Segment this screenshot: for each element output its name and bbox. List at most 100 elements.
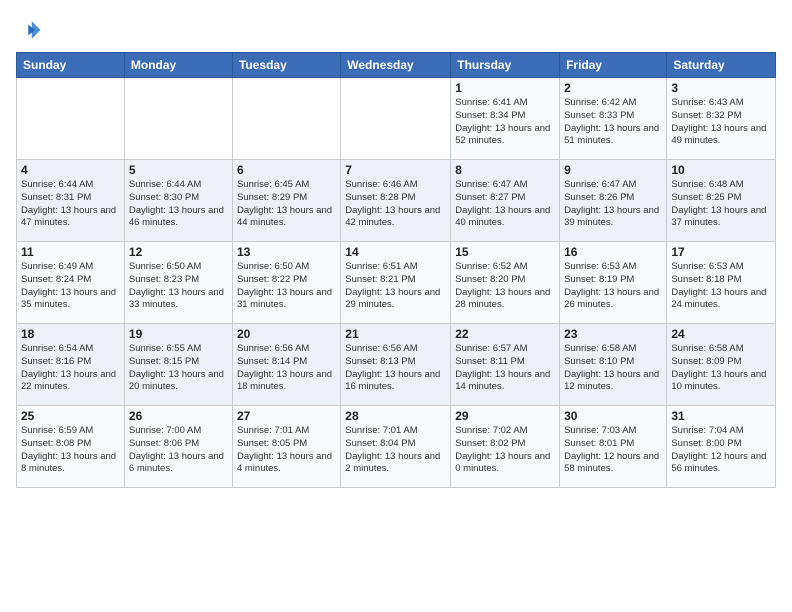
day-content: Sunrise: 6:57 AM Sunset: 8:11 PM Dayligh… [455, 343, 555, 394]
calendar-cell: 29Sunrise: 7:02 AM Sunset: 8:02 PM Dayli… [451, 406, 560, 488]
day-content: Sunrise: 7:01 AM Sunset: 8:04 PM Dayligh… [345, 425, 446, 476]
day-content: Sunrise: 6:44 AM Sunset: 8:31 PM Dayligh… [21, 179, 120, 230]
calendar-cell: 15 Sunrise: 6:52 AM Sunset: 8:20 PM Dayli… [451, 242, 560, 324]
day-number: 27 [237, 409, 336, 423]
day-number: 18 [21, 327, 120, 341]
calendar-cell: 17Sunrise: 6:53 AM Sunset: 8:18 PM Dayli… [667, 242, 776, 324]
day-number: 29 [455, 409, 555, 423]
calendar-cell: 4Sunrise: 6:44 AM Sunset: 8:31 PM Daylig… [17, 160, 125, 242]
calendar-cell: 31Sunrise: 7:04 AM Sunset: 8:00 PM Dayli… [667, 406, 776, 488]
calendar-cell: 5 Sunrise: 6:44 AM Sunset: 8:30 PM Daylig… [124, 160, 232, 242]
day-number: 20 [237, 327, 336, 341]
calendar-cell: 9 Sunrise: 6:47 AM Sunset: 8:26 PM Daylig… [560, 160, 667, 242]
calendar-cell: 8 Sunrise: 6:47 AM Sunset: 8:27 PM Daylig… [451, 160, 560, 242]
calendar-cell: 28 Sunrise: 7:01 AM Sunset: 8:04 PM Dayli… [341, 406, 451, 488]
day-content: Sunrise: 6:58 AM Sunset: 8:09 PM Dayligh… [671, 343, 771, 394]
day-number: 10 [671, 163, 771, 177]
day-content: Sunrise: 6:44 AM Sunset: 8:30 PM Dayligh… [129, 179, 228, 230]
day-content: Sunrise: 6:41 AM Sunset: 8:34 PM Dayligh… [455, 97, 555, 148]
day-number: 15 [455, 245, 555, 259]
day-content: Sunrise: 6:54 AM Sunset: 8:16 PM Dayligh… [21, 343, 120, 394]
calendar-cell: 23 Sunrise: 6:58 AM Sunset: 8:10 PM Dayli… [560, 324, 667, 406]
calendar-cell: 26 Sunrise: 7:00 AM Sunset: 8:06 PM Dayli… [124, 406, 232, 488]
day-number: 14 [345, 245, 446, 259]
logo [16, 16, 48, 44]
day-content: Sunrise: 6:42 AM Sunset: 8:33 PM Dayligh… [564, 97, 662, 148]
calendar-header-row: SundayMondayTuesdayWednesdayThursdayFrid… [17, 53, 776, 78]
day-number: 25 [21, 409, 120, 423]
calendar-day-header: Sunday [17, 53, 125, 78]
day-content: Sunrise: 6:45 AM Sunset: 8:29 PM Dayligh… [237, 179, 336, 230]
calendar-cell: 13 Sunrise: 6:50 AM Sunset: 8:22 PM Dayli… [232, 242, 340, 324]
calendar-week-row: 18 Sunrise: 6:54 AM Sunset: 8:16 PM Dayli… [17, 324, 776, 406]
calendar-week-row: 1 Sunrise: 6:41 AM Sunset: 8:34 PM Daylig… [17, 78, 776, 160]
day-content: Sunrise: 6:51 AM Sunset: 8:21 PM Dayligh… [345, 261, 446, 312]
calendar-cell: 27 Sunrise: 7:01 AM Sunset: 8:05 PM Dayli… [232, 406, 340, 488]
day-number: 3 [671, 81, 771, 95]
day-number: 23 [564, 327, 662, 341]
day-number: 11 [21, 245, 120, 259]
day-content: Sunrise: 6:46 AM Sunset: 8:28 PM Dayligh… [345, 179, 446, 230]
day-number: 26 [129, 409, 228, 423]
calendar-cell: 6 Sunrise: 6:45 AM Sunset: 8:29 PM Daylig… [232, 160, 340, 242]
day-content: Sunrise: 6:47 AM Sunset: 8:27 PM Dayligh… [455, 179, 555, 230]
calendar-cell: 30Sunrise: 7:03 AM Sunset: 8:01 PM Dayli… [560, 406, 667, 488]
calendar-cell: 22 Sunrise: 6:57 AM Sunset: 8:11 PM Dayli… [451, 324, 560, 406]
calendar-cell [17, 78, 125, 160]
day-number: 19 [129, 327, 228, 341]
calendar-cell: 2 Sunrise: 6:42 AM Sunset: 8:33 PM Daylig… [560, 78, 667, 160]
day-content: Sunrise: 6:56 AM Sunset: 8:14 PM Dayligh… [237, 343, 336, 394]
day-number: 7 [345, 163, 446, 177]
calendar-table: SundayMondayTuesdayWednesdayThursdayFrid… [16, 52, 776, 488]
calendar-cell: 7 Sunrise: 6:46 AM Sunset: 8:28 PM Daylig… [341, 160, 451, 242]
day-content: Sunrise: 6:48 AM Sunset: 8:25 PM Dayligh… [671, 179, 771, 230]
day-number: 24 [671, 327, 771, 341]
day-content: Sunrise: 6:56 AM Sunset: 8:13 PM Dayligh… [345, 343, 446, 394]
day-number: 16 [564, 245, 662, 259]
day-number: 28 [345, 409, 446, 423]
calendar-cell [341, 78, 451, 160]
calendar-week-row: 25Sunrise: 6:59 AM Sunset: 8:08 PM Dayli… [17, 406, 776, 488]
day-content: Sunrise: 7:04 AM Sunset: 8:00 PM Dayligh… [671, 425, 771, 476]
day-number: 8 [455, 163, 555, 177]
day-content: Sunrise: 6:50 AM Sunset: 8:23 PM Dayligh… [129, 261, 228, 312]
calendar-cell [232, 78, 340, 160]
calendar-cell: 12Sunrise: 6:50 AM Sunset: 8:23 PM Dayli… [124, 242, 232, 324]
calendar-cell: 24 Sunrise: 6:58 AM Sunset: 8:09 PM Dayli… [667, 324, 776, 406]
calendar-cell: 25Sunrise: 6:59 AM Sunset: 8:08 PM Dayli… [17, 406, 125, 488]
day-content: Sunrise: 6:49 AM Sunset: 8:24 PM Dayligh… [21, 261, 120, 312]
day-number: 13 [237, 245, 336, 259]
day-content: Sunrise: 6:55 AM Sunset: 8:15 PM Dayligh… [129, 343, 228, 394]
day-content: Sunrise: 7:03 AM Sunset: 8:01 PM Dayligh… [564, 425, 662, 476]
calendar-day-header: Monday [124, 53, 232, 78]
calendar-day-header: Thursday [451, 53, 560, 78]
calendar-cell: 3Sunrise: 6:43 AM Sunset: 8:32 PM Daylig… [667, 78, 776, 160]
calendar-cell: 10 Sunrise: 6:48 AM Sunset: 8:25 PM Dayli… [667, 160, 776, 242]
day-number: 22 [455, 327, 555, 341]
calendar-cell: 20 Sunrise: 6:56 AM Sunset: 8:14 PM Dayli… [232, 324, 340, 406]
day-number: 6 [237, 163, 336, 177]
calendar-day-header: Wednesday [341, 53, 451, 78]
calendar-day-header: Tuesday [232, 53, 340, 78]
calendar-week-row: 4Sunrise: 6:44 AM Sunset: 8:31 PM Daylig… [17, 160, 776, 242]
calendar-cell [124, 78, 232, 160]
day-number: 2 [564, 81, 662, 95]
day-number: 1 [455, 81, 555, 95]
calendar-cell: 16Sunrise: 6:53 AM Sunset: 8:19 PM Dayli… [560, 242, 667, 324]
day-number: 21 [345, 327, 446, 341]
day-content: Sunrise: 6:47 AM Sunset: 8:26 PM Dayligh… [564, 179, 662, 230]
calendar-cell: 1 Sunrise: 6:41 AM Sunset: 8:34 PM Daylig… [451, 78, 560, 160]
day-content: Sunrise: 6:50 AM Sunset: 8:22 PM Dayligh… [237, 261, 336, 312]
calendar-cell: 21 Sunrise: 6:56 AM Sunset: 8:13 PM Dayli… [341, 324, 451, 406]
day-content: Sunrise: 6:58 AM Sunset: 8:10 PM Dayligh… [564, 343, 662, 394]
calendar-cell: 11 Sunrise: 6:49 AM Sunset: 8:24 PM Dayli… [17, 242, 125, 324]
day-content: Sunrise: 7:01 AM Sunset: 8:05 PM Dayligh… [237, 425, 336, 476]
day-content: Sunrise: 6:52 AM Sunset: 8:20 PM Dayligh… [455, 261, 555, 312]
day-content: Sunrise: 7:00 AM Sunset: 8:06 PM Dayligh… [129, 425, 228, 476]
calendar-week-row: 11 Sunrise: 6:49 AM Sunset: 8:24 PM Dayli… [17, 242, 776, 324]
calendar-cell: 14 Sunrise: 6:51 AM Sunset: 8:21 PM Dayli… [341, 242, 451, 324]
day-number: 9 [564, 163, 662, 177]
calendar-day-header: Friday [560, 53, 667, 78]
day-number: 17 [671, 245, 771, 259]
day-number: 5 [129, 163, 228, 177]
